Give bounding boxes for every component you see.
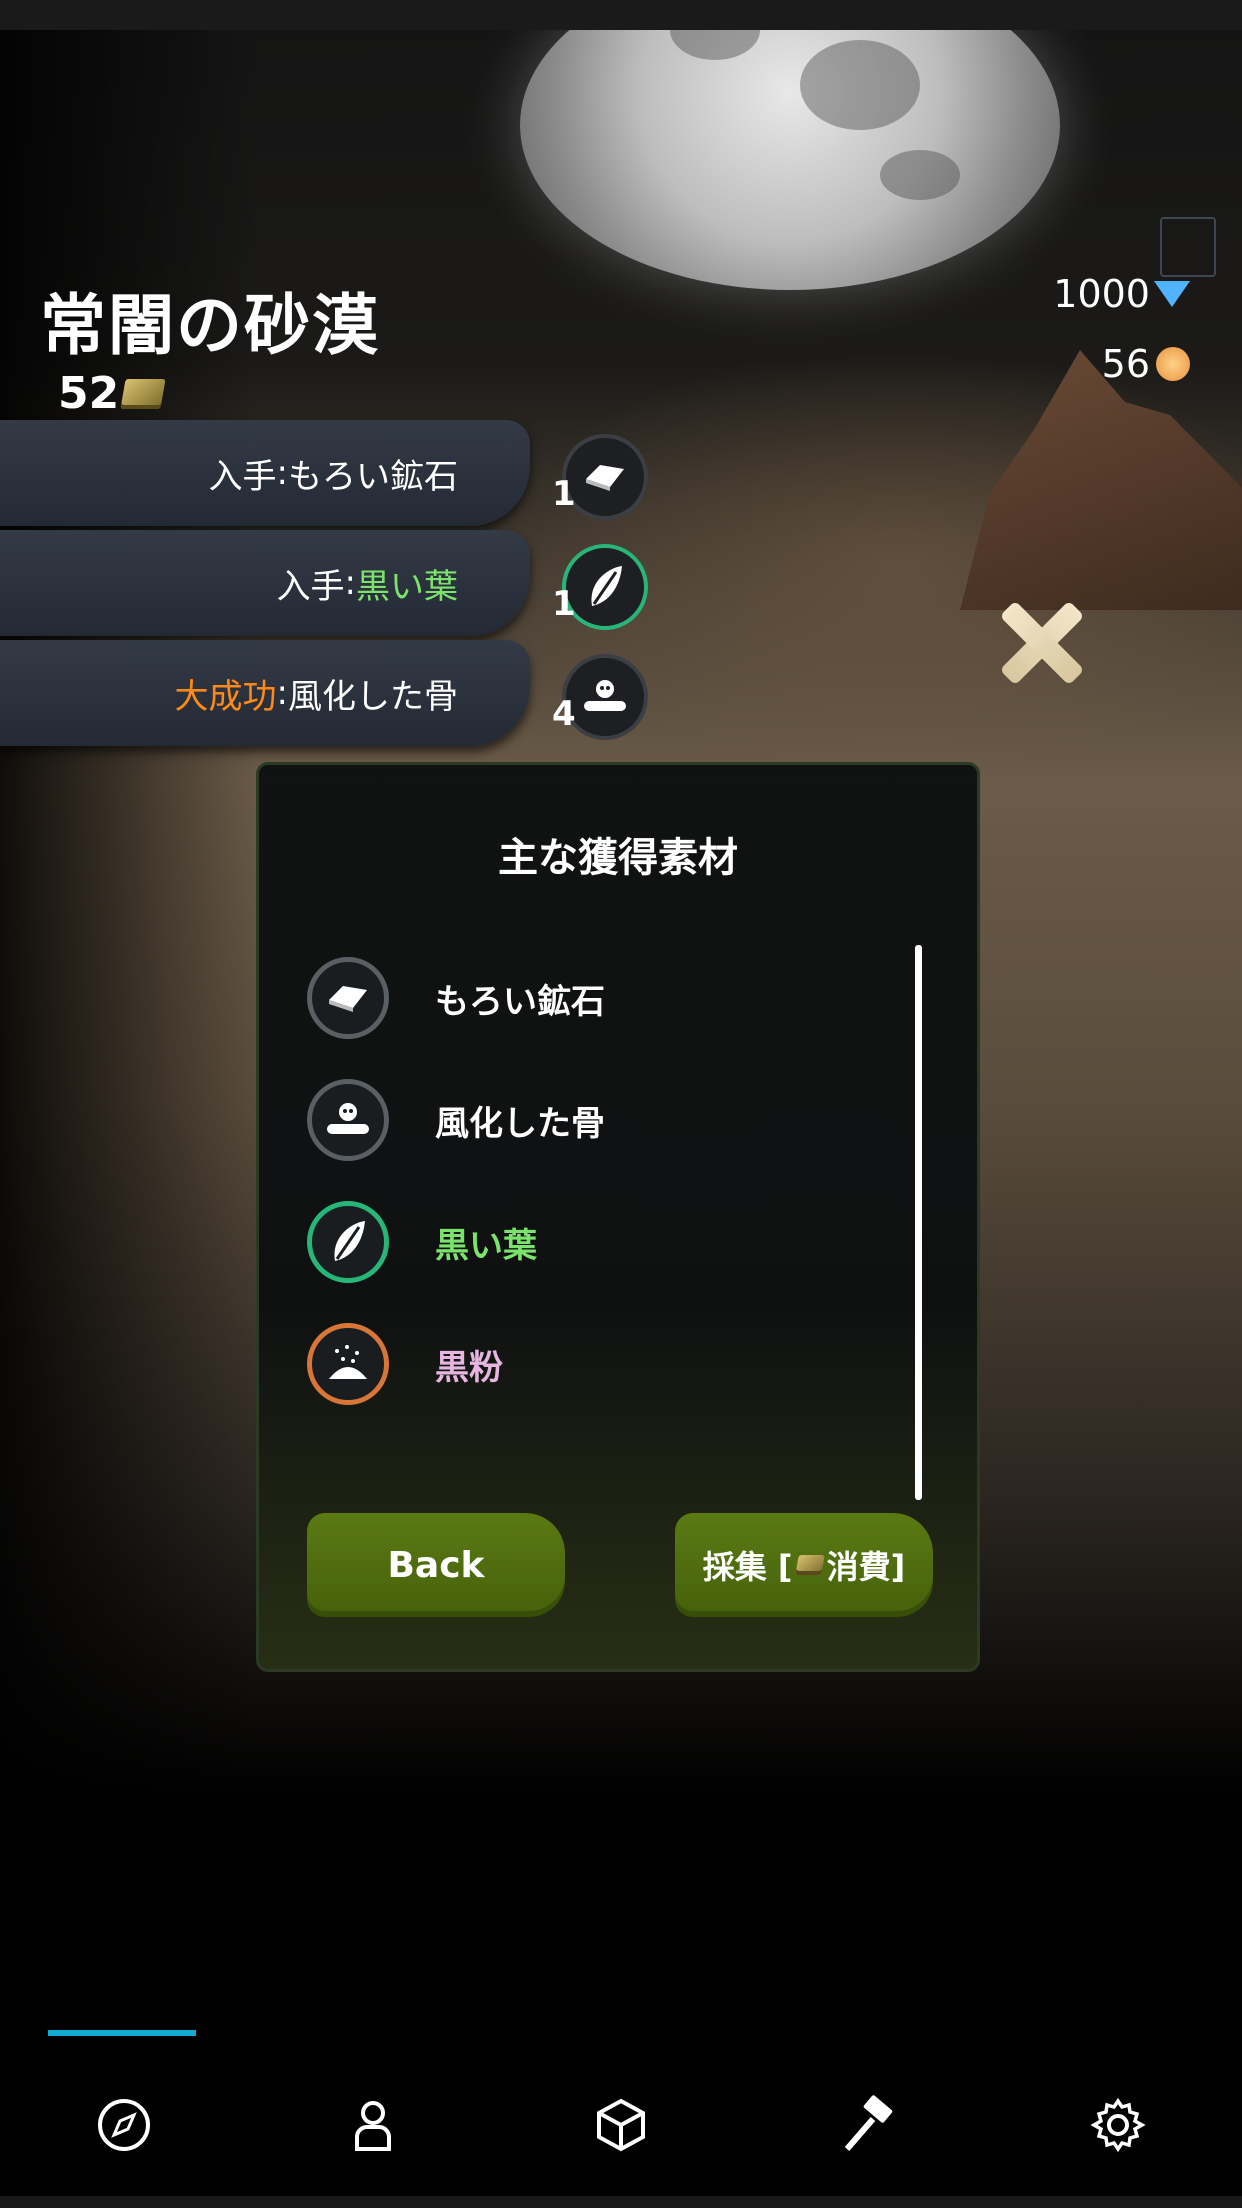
ore-icon xyxy=(307,957,389,1039)
log-prefix: 入手 xyxy=(276,566,345,607)
panel-title: 主な獲得素材 xyxy=(498,835,738,881)
stamina-tile-icon xyxy=(120,378,166,409)
log-prefix: 入手 xyxy=(208,456,277,497)
log-count: 1 xyxy=(552,474,576,514)
gather-button[interactable]: 採集 [ 消費] xyxy=(675,1513,933,1617)
bone-icon xyxy=(307,1079,389,1161)
material-label: 風化した骨 xyxy=(435,1103,605,1144)
materials-panel: 主な獲得素材 もろい鉱石 風化した骨 黒い葉 黒粉 Back 採集 [消費] xyxy=(256,762,980,1672)
app-screen: 常闇の砂漠 52 1000 56 入手: もろい鉱石 1 入手: 黒い葉 1 大成功… xyxy=(0,0,1242,2208)
log-row: 大成功: 風化した骨 xyxy=(0,640,530,746)
log-item: 風化した骨 xyxy=(288,676,458,717)
compass-icon xyxy=(98,2099,151,2151)
log-item: もろい鉱石 xyxy=(288,456,458,497)
material-row[interactable]: もろい鉱石 xyxy=(307,953,605,1043)
gather-suffix: 消費] xyxy=(826,1548,906,1586)
gear-icon xyxy=(1090,2097,1146,2153)
nav-inventory[interactable] xyxy=(561,2065,681,2185)
active-tab-indicator xyxy=(48,2030,196,2036)
nav-settings[interactable] xyxy=(1058,2065,1178,2185)
top-frame xyxy=(0,0,1242,30)
area-title: 常闇の砂漠 xyxy=(40,287,380,364)
stamina-tile-icon xyxy=(794,1555,825,1575)
nav-craft[interactable] xyxy=(809,2065,929,2185)
gem-counter: 1000 xyxy=(1053,272,1190,316)
log-row: 入手: もろい鉱石 xyxy=(0,420,530,526)
placeholder-box xyxy=(1160,217,1216,277)
log-row: 入手: 黒い葉 xyxy=(0,530,530,636)
material-label: もろい鉱石 xyxy=(435,981,605,1022)
log-item: 黒い葉 xyxy=(356,566,458,607)
close-icon[interactable] xyxy=(995,598,1085,688)
log-count: 4 xyxy=(552,694,576,734)
coin-counter: 56 xyxy=(1102,342,1190,386)
scrollbar[interactable] xyxy=(915,945,922,1500)
nav-explore[interactable] xyxy=(64,2065,184,2185)
coin-icon xyxy=(1156,347,1190,381)
hammer-icon xyxy=(845,2095,893,2151)
stamina-counter: 52 xyxy=(58,368,166,419)
leaf-icon xyxy=(307,1201,389,1283)
log-separator: : xyxy=(276,453,288,493)
material-row[interactable]: 黒い葉 xyxy=(307,1197,537,1287)
person-icon xyxy=(354,2101,391,2151)
bottom-frame xyxy=(0,2196,1242,2208)
back-button[interactable]: Back xyxy=(307,1513,565,1617)
material-label: 黒粉 xyxy=(435,1347,503,1388)
log-separator: : xyxy=(276,673,288,713)
material-label: 黒い葉 xyxy=(435,1225,537,1266)
material-row[interactable]: 黒粉 xyxy=(307,1319,503,1409)
gem-icon xyxy=(1154,281,1190,307)
gem-value: 1000 xyxy=(1053,272,1150,316)
nav-character[interactable] xyxy=(313,2065,433,2185)
powder-icon xyxy=(307,1323,389,1405)
box-icon xyxy=(596,2098,645,2152)
log-count: 1 xyxy=(552,584,576,624)
log-prefix: 大成功 xyxy=(174,676,277,717)
bottom-nav xyxy=(0,2060,1242,2190)
log-separator: : xyxy=(344,563,356,603)
coin-value: 56 xyxy=(1101,342,1150,386)
material-row[interactable]: 風化した骨 xyxy=(307,1075,605,1165)
gather-prefix: 採集 [ xyxy=(702,1548,793,1586)
stamina-value: 52 xyxy=(58,368,120,419)
